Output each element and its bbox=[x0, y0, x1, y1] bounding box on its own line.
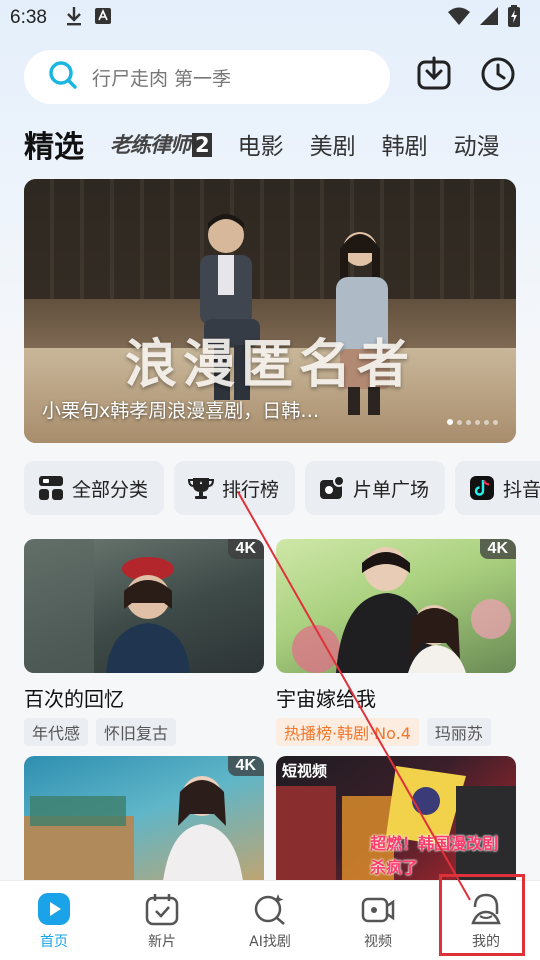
douyin-button[interactable]: 抖音 bbox=[455, 461, 540, 515]
nav-home-label: 首页 bbox=[40, 933, 68, 950]
quality-badge-4k: 4K bbox=[227, 756, 264, 776]
ai-search-icon bbox=[252, 891, 288, 927]
banner-pagination bbox=[447, 419, 498, 425]
nav-new-releases-label: 新片 bbox=[148, 933, 176, 950]
video-tag: 怀旧复古 bbox=[96, 718, 177, 746]
video-card[interactable]: 4K bbox=[24, 756, 264, 890]
signal-icon bbox=[480, 7, 498, 29]
tab-promo-label: 老练律师 bbox=[110, 133, 191, 157]
tab-featured[interactable]: 精选 bbox=[24, 122, 84, 166]
app-notification-icon bbox=[94, 8, 111, 28]
all-categories-label: 全部分类 bbox=[72, 478, 149, 501]
tab-kr-drama[interactable]: 韩剧 bbox=[382, 127, 428, 161]
video-card[interactable]: 4K 百次的回忆 年代感 怀旧复古 bbox=[24, 539, 264, 746]
video-thumbnail: 4K bbox=[24, 539, 264, 673]
quick-entry-row: 全部分类 排行榜 片单广场 抖音 bbox=[24, 461, 540, 515]
nav-home[interactable]: 首页 bbox=[0, 881, 108, 960]
tab-promo-number: 2 bbox=[192, 133, 212, 157]
video-camera-icon bbox=[360, 891, 396, 927]
playlist-plaza-label: 片单广场 bbox=[353, 478, 430, 501]
banner-dot[interactable] bbox=[475, 419, 480, 425]
download-button[interactable] bbox=[414, 56, 454, 96]
grid-categories-icon bbox=[38, 475, 64, 501]
banner-title: 浪漫匿名者 bbox=[124, 335, 415, 395]
nav-new-releases[interactable]: 新片 bbox=[108, 881, 216, 960]
nav-video[interactable]: 视频 bbox=[324, 881, 432, 960]
calendar-check-icon bbox=[144, 891, 180, 927]
download-icon bbox=[416, 56, 452, 96]
tab-us-drama[interactable]: 美剧 bbox=[310, 127, 356, 161]
banner-caption: 小栗旬x韩孝周浪漫喜剧，日韩… bbox=[42, 400, 320, 422]
battery-icon bbox=[508, 5, 520, 31]
search-icon bbox=[48, 60, 78, 94]
banner-dot[interactable] bbox=[457, 419, 462, 425]
playlist-icon bbox=[319, 475, 346, 501]
history-button[interactable] bbox=[478, 56, 518, 96]
douyin-icon bbox=[469, 475, 495, 501]
video-thumbnail: 短视频 超燃！韩国漫改剧 杀疯了 bbox=[276, 756, 516, 890]
category-tabs: 精选 老练律师 2 电影 美剧 韩剧 动漫 bbox=[24, 120, 540, 168]
search-placeholder: 行尸走肉 第一季 bbox=[92, 67, 232, 90]
download-status-icon bbox=[65, 6, 83, 30]
banner-dot[interactable] bbox=[447, 419, 453, 425]
video-tag: 玛丽苏 bbox=[426, 718, 491, 746]
banner-dot[interactable] bbox=[493, 419, 498, 425]
video-title: 百次的回忆 bbox=[24, 687, 124, 711]
hero-banner[interactable]: 小栗旬x韩孝周浪漫喜剧，日韩… bbox=[24, 179, 516, 443]
video-card[interactable]: 短视频 超燃！韩国漫改剧 杀疯了 bbox=[276, 756, 516, 890]
trophy-icon bbox=[188, 475, 215, 501]
nav-video-label: 视频 bbox=[364, 933, 392, 950]
video-thumbnail: 4K bbox=[276, 539, 516, 673]
thumbnail-figure bbox=[24, 539, 190, 673]
nav-ai-search-label: AI找剧 bbox=[249, 933, 291, 950]
tab-movies[interactable]: 电影 bbox=[238, 127, 284, 161]
video-thumbnail: 4K bbox=[24, 756, 264, 890]
search-input[interactable]: 行尸走肉 第一季 bbox=[24, 50, 390, 104]
quality-badge-4k: 4K bbox=[227, 539, 264, 559]
tab-anime[interactable]: 动漫 bbox=[454, 127, 500, 161]
ranking-button[interactable]: 排行榜 bbox=[174, 461, 296, 515]
banner-dot[interactable] bbox=[484, 419, 489, 425]
short-video-label: 短视频 bbox=[282, 762, 328, 780]
status-time: 6:38 bbox=[10, 7, 47, 28]
tab-promo-show[interactable]: 老练律师 2 bbox=[110, 129, 212, 159]
all-categories-button[interactable]: 全部分类 bbox=[24, 461, 165, 515]
thumbnail-figure bbox=[24, 776, 244, 890]
home-play-icon bbox=[36, 891, 72, 927]
clock-icon bbox=[480, 56, 516, 96]
hot-rank-tag: 热播榜·韩剧·No.4 bbox=[276, 718, 419, 746]
video-title: 宇宙嫁给我 bbox=[276, 687, 376, 711]
ranking-label: 排行榜 bbox=[222, 478, 280, 501]
thumbnail-figure bbox=[292, 547, 511, 673]
douyin-label: 抖音 bbox=[503, 478, 540, 501]
poster-headline: 超燃！韩国漫改剧 杀疯了 bbox=[370, 834, 499, 877]
status-bar: 6:38 bbox=[0, 0, 540, 36]
wifi-icon bbox=[448, 7, 470, 29]
playlist-plaza-button[interactable]: 片单广场 bbox=[305, 461, 446, 515]
annotation-highlight-box bbox=[439, 874, 525, 956]
video-card[interactable]: 4K 宇宙嫁给我 热播榜·韩剧·No.4 玛丽苏 bbox=[276, 539, 516, 746]
quality-badge-4k: 4K bbox=[479, 539, 516, 559]
video-tag: 年代感 bbox=[24, 718, 89, 746]
nav-ai-search[interactable]: AI找剧 bbox=[216, 881, 324, 960]
banner-dot[interactable] bbox=[466, 419, 471, 425]
